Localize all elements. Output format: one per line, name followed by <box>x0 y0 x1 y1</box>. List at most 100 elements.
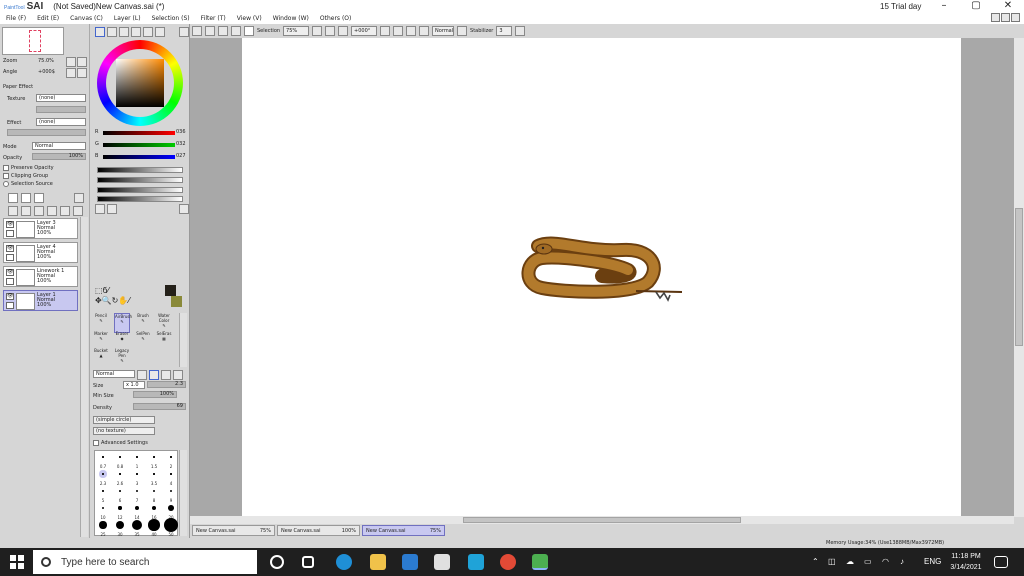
canvas-paper[interactable] <box>242 38 961 517</box>
language-indicator[interactable]: ENG <box>924 557 941 566</box>
canvas-tab[interactable]: New Canvas.sai 100% <box>277 525 360 536</box>
selection-source-checkbox[interactable] <box>3 181 9 187</box>
canvas-vertical-scrollbar[interactable] <box>1014 38 1024 517</box>
visibility-icon[interactable]: 👁 <box>6 221 14 228</box>
lock-icon[interactable] <box>6 278 14 285</box>
apply-mask-icon[interactable] <box>60 206 70 216</box>
brush-size-preset[interactable] <box>132 520 142 530</box>
brush-size-preset[interactable] <box>136 490 138 492</box>
close-button[interactable]: ✕ <box>994 0 1022 12</box>
color-expand-icon[interactable] <box>179 204 189 214</box>
color-wheel[interactable] <box>97 40 183 126</box>
zoom-field[interactable]: 75% <box>283 26 310 36</box>
size-bar[interactable]: 2.3 <box>147 381 186 388</box>
watercolor-tool[interactable]: Water Color ✎ <box>156 313 172 333</box>
texture-select[interactable]: (none) <box>36 94 86 102</box>
transfer-down-icon[interactable] <box>8 206 18 216</box>
brush-size-preset[interactable] <box>164 518 178 532</box>
layer-item[interactable]: 👁 Layer 3 Normal 100% <box>3 218 78 239</box>
new-linework-layer-icon[interactable] <box>21 193 31 203</box>
nav-zoom-in-icon[interactable] <box>66 57 76 67</box>
brush-mode-select[interactable]: Normal <box>93 370 135 378</box>
secondary-color-swatch[interactable] <box>171 296 182 307</box>
brush-size-preset[interactable] <box>151 505 157 511</box>
move-icon[interactable]: ✥ <box>95 296 102 305</box>
brush-size-preset[interactable] <box>115 520 125 530</box>
cloud-icon[interactable]: ☁ <box>846 557 854 566</box>
hsv-sliders-tab-icon[interactable] <box>119 27 129 37</box>
color-panel-menu-icon[interactable] <box>179 27 189 37</box>
brush-tool[interactable]: Brush ✎ <box>135 313 151 333</box>
canvas-tab-active[interactable]: New Canvas.sai 75% <box>362 525 445 536</box>
merge-down-icon[interactable] <box>21 206 31 216</box>
brush-size-preset[interactable] <box>118 506 122 510</box>
texture-scale-bar[interactable] <box>36 106 86 113</box>
lock-icon[interactable] <box>6 254 14 261</box>
gradation-tab-icon[interactable] <box>131 27 141 37</box>
min-size-bar[interactable]: 100% <box>133 391 177 398</box>
layer-mask-icon[interactable] <box>74 193 84 203</box>
effect-width-bar[interactable] <box>7 129 86 136</box>
cortana-icon[interactable] <box>270 555 284 569</box>
clipping-group-checkbox[interactable] <box>3 173 9 179</box>
blue-slider[interactable] <box>103 155 175 159</box>
brush-size-preset[interactable] <box>135 506 139 510</box>
brush-size-preset[interactable] <box>119 456 121 458</box>
brush-size-preset[interactable] <box>168 505 174 511</box>
color-wheel-tab-icon[interactable] <box>95 27 105 37</box>
preserve-opacity-checkbox[interactable] <box>3 165 9 171</box>
legacy-pen-tool[interactable]: Legacy Pen ✎ <box>114 348 130 368</box>
rect-select-icon[interactable]: ⬚ <box>95 286 103 295</box>
nav-rotate-icon[interactable] <box>66 68 76 78</box>
rotate-right-icon[interactable] <box>393 26 404 36</box>
layer-item[interactable]: 👁 Linework 1 Normal 100% <box>3 266 78 287</box>
flat-shape-icon[interactable] <box>161 370 171 380</box>
brush-size-preset[interactable] <box>102 490 104 492</box>
layer-list-scrollbar[interactable] <box>80 217 88 537</box>
brush-size-preset[interactable] <box>119 473 121 475</box>
canvas-horizontal-scrollbar[interactable] <box>190 516 1014 524</box>
visibility-icon[interactable]: 👁 <box>6 245 14 252</box>
zoom-reset-icon[interactable] <box>338 26 349 36</box>
minimize-button[interactable]: – <box>930 0 958 12</box>
brush-shape-select[interactable]: (simple circle) <box>93 416 155 424</box>
mode-dropdown-icon[interactable] <box>457 26 468 36</box>
menu-edit[interactable]: Edit (E) <box>37 15 59 22</box>
canvas-area[interactable] <box>190 38 1014 517</box>
hand-icon[interactable]: ✋ <box>118 296 128 305</box>
taskbar-search-box[interactable]: Type here to search <box>33 550 257 574</box>
brush-size-preset[interactable] <box>169 489 173 493</box>
rotate-left-icon[interactable] <box>380 26 391 36</box>
clear-layer-icon[interactable] <box>47 206 57 216</box>
mode-field[interactable]: Normal <box>432 26 455 36</box>
swatches-tab-icon[interactable] <box>143 27 153 37</box>
volume-icon[interactable]: ♪ <box>900 557 904 566</box>
menu-canvas[interactable]: Canvas (C) <box>70 15 103 22</box>
zoom-out-icon[interactable] <box>312 26 323 36</box>
brush-size-preset[interactable] <box>119 490 121 492</box>
grey-slider[interactable] <box>97 167 183 173</box>
red-slider[interactable] <box>103 131 175 135</box>
task-view-icon[interactable] <box>302 556 314 568</box>
brush-size-preset[interactable] <box>153 473 155 475</box>
redo-icon[interactable] <box>205 26 215 36</box>
blend-mode-select[interactable]: Normal <box>32 142 86 150</box>
navigator-preview[interactable] <box>2 27 64 55</box>
opacity-bar[interactable]: 100% <box>32 153 86 160</box>
visibility-icon[interactable]: 👁 <box>6 293 14 300</box>
undo-icon[interactable] <box>192 26 202 36</box>
brush-size-preset[interactable] <box>102 456 104 458</box>
stabilizer-dropdown-icon[interactable] <box>515 26 526 36</box>
selpen-tool[interactable]: SelPen ✎ <box>135 331 151 351</box>
taskbar-clock[interactable]: 11:18 PM 3/14/2021 <box>946 551 986 573</box>
round-shape-icon[interactable] <box>149 370 159 380</box>
show-hidden-icons[interactable]: ⌃ <box>812 557 819 566</box>
brush-size-preset[interactable] <box>99 521 107 529</box>
windows-start-icon[interactable] <box>10 555 24 569</box>
seleras-tool[interactable]: SelEras ▦ <box>156 331 172 351</box>
tool-grid-scrollbar[interactable] <box>179 313 187 367</box>
primary-color-swatch[interactable] <box>165 285 176 296</box>
airbrush-tool[interactable]: AirBrush ✎ <box>114 313 132 333</box>
brush-size-preset[interactable] <box>136 473 138 475</box>
square-shape-icon[interactable] <box>173 370 183 380</box>
